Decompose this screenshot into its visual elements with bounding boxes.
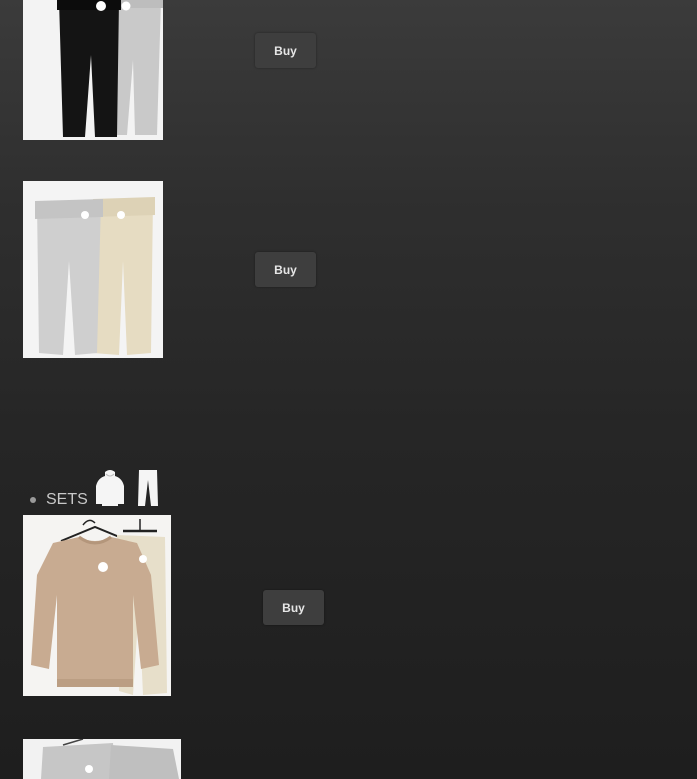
product-image-joggers-grey-cream[interactable] [23, 181, 163, 358]
section-heading-sets: SETS [30, 464, 160, 508]
buy-button[interactable]: Buy [255, 252, 316, 287]
buy-button[interactable]: Buy [255, 33, 316, 68]
list-bullet [30, 497, 36, 503]
product-image-set-tan-sweatshirt[interactable] [23, 515, 171, 696]
trousers-icon[interactable] [136, 468, 160, 508]
set-grey-illustration [23, 739, 181, 779]
product-image-set-grey[interactable] [23, 739, 181, 779]
hoodie-icon[interactable] [94, 468, 126, 508]
joggers-grey-cream-illustration [23, 181, 163, 358]
product-image-joggers-black-grey[interactable] [23, 0, 163, 140]
set-tan-sweatshirt-illustration [23, 515, 171, 696]
buy-button[interactable]: Buy [263, 590, 324, 625]
section-label: SETS [46, 491, 88, 508]
joggers-black-grey-illustration [23, 0, 163, 140]
